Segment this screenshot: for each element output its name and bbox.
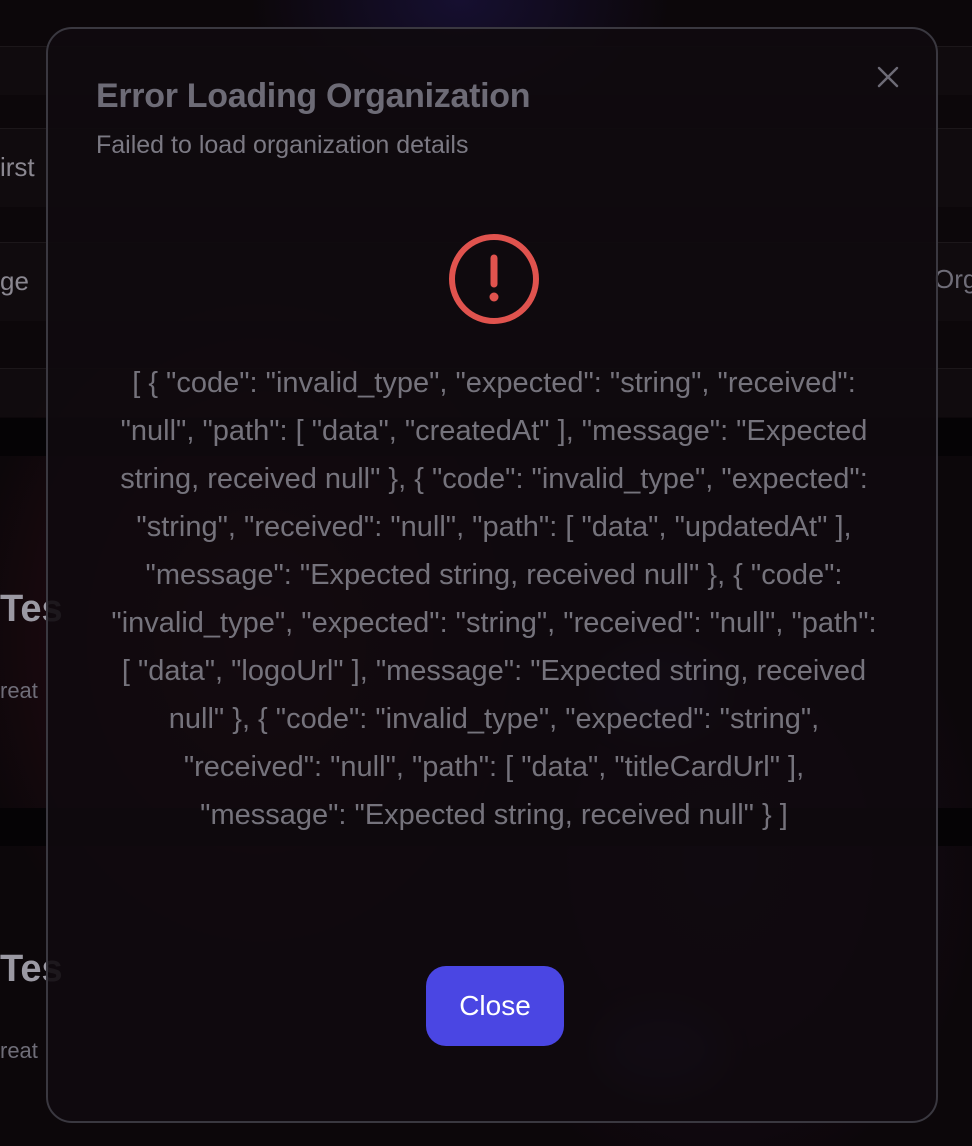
bg-text-fragment: ge bbox=[0, 266, 29, 296]
dialog-title: Error Loading Organization bbox=[96, 77, 531, 115]
bg-text-fragment: reat bbox=[0, 678, 38, 703]
bg-text-fragment: Org bbox=[934, 264, 972, 294]
error-dialog: Error Loading Organization Failed to loa… bbox=[46, 27, 938, 1123]
alert-circle-icon bbox=[448, 233, 540, 325]
bg-text-fragment: irst bbox=[0, 152, 35, 182]
dialog-subtitle: Failed to load organization details bbox=[96, 131, 469, 159]
bg-text-fragment: reat bbox=[0, 1038, 38, 1063]
close-icon[interactable] bbox=[874, 63, 902, 91]
close-button[interactable]: Close bbox=[426, 966, 564, 1046]
error-details: [ { "code": "invalid_type", "expected": … bbox=[111, 367, 877, 831]
